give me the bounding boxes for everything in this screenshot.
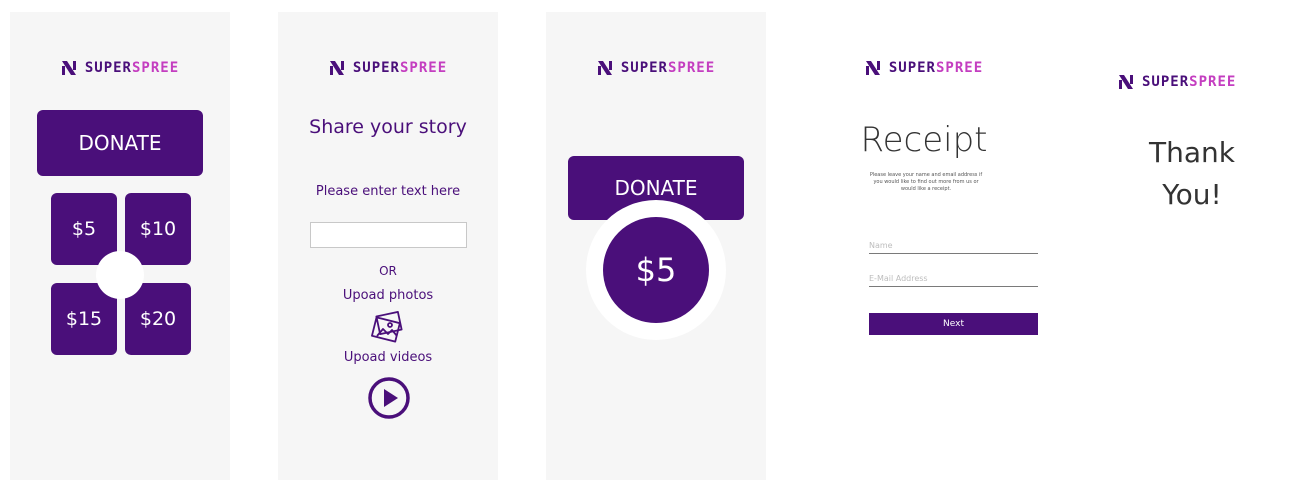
brand-name: SUPERSPREE	[352, 60, 448, 76]
amount-grid-center	[96, 251, 144, 299]
brand-name: SUPERSPREE	[888, 60, 984, 76]
amount-10-button[interactable]: $10	[125, 193, 191, 265]
brand-name: SUPERSPREE	[1142, 74, 1237, 90]
donate-amount-screen: SUPERSPREE DONATE $5 $10 $15 $20	[10, 12, 230, 480]
brand-logo: SUPERSPREE	[10, 60, 230, 76]
email-field[interactable]	[869, 273, 1038, 287]
upload-photos-link[interactable]: Upoad photos	[278, 288, 498, 303]
page-title: Share your story	[309, 116, 467, 138]
selected-amount-button[interactable]: $5	[603, 217, 709, 323]
superspree-logo-icon	[61, 61, 76, 75]
brand-logo: SUPERSPREE	[546, 60, 766, 76]
story-prompt-label: Please enter text here	[315, 184, 461, 199]
receipt-screen: SUPERSPREE Receipt Please leave your nam…	[814, 12, 1038, 480]
brand-name: SUPERSPREE	[620, 60, 716, 76]
brand-name: SUPERSPREE	[84, 60, 180, 76]
thank-you-line-1: Thank	[1149, 136, 1235, 169]
brand-logo: SUPERSPREE	[278, 60, 498, 76]
name-field[interactable]	[869, 240, 1038, 254]
donate-button[interactable]: DONATE	[37, 110, 203, 176]
page-title: Receipt	[860, 120, 988, 160]
brand-logo: SUPERSPREE	[1118, 74, 1301, 90]
superspree-logo-icon	[865, 61, 880, 75]
or-label: OR	[379, 264, 397, 278]
superspree-logo-icon	[597, 61, 612, 75]
play-icon[interactable]	[367, 376, 411, 420]
selected-amount-screen: SUPERSPREE DONATE $5	[546, 12, 766, 480]
thank-you-message: Thank You!	[1122, 132, 1262, 216]
share-story-screen: SUPERSPREE Share your story Please enter…	[278, 12, 498, 480]
story-text-input[interactable]	[310, 222, 467, 248]
next-button[interactable]: Next	[869, 313, 1038, 335]
superspree-logo-icon	[1119, 75, 1133, 89]
thank-you-screen: SUPERSPREE Thank You!	[1082, 12, 1301, 480]
superspree-logo-icon	[329, 61, 344, 75]
thank-you-line-2: You!	[1162, 178, 1222, 211]
upload-videos-link[interactable]: Upoad videos	[278, 350, 498, 365]
receipt-message: Please leave your name and email address…	[869, 172, 983, 192]
photos-icon[interactable]	[368, 310, 408, 344]
brand-logo: SUPERSPREE	[814, 60, 1034, 76]
